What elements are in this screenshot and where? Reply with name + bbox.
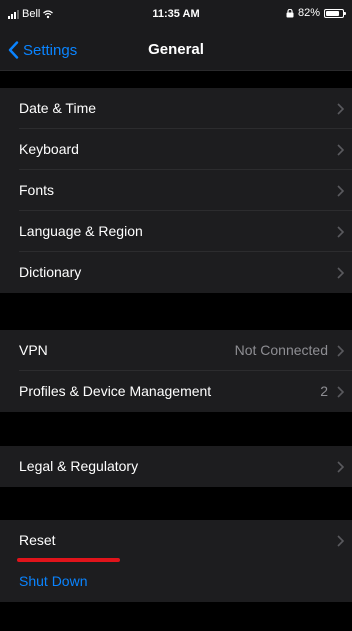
status-bar: Bell 11:35 AM 82%: [0, 0, 352, 30]
battery-percent: 82%: [297, 7, 320, 19]
row-label: Legal & Regulatory: [19, 458, 139, 474]
row-language-region[interactable]: Language & Region: [0, 211, 352, 252]
row-dictionary[interactable]: Dictionary: [0, 252, 352, 293]
vpn-status-value: Not Connected: [234, 342, 328, 358]
row-profiles-device-management[interactable]: Profiles & Device Management 2: [0, 371, 352, 412]
orientation-lock-icon: [286, 8, 294, 17]
settings-group-general: Date & Time Keyboard Fonts Language & Re…: [0, 88, 352, 293]
chevron-right-icon: [337, 386, 344, 398]
row-reset[interactable]: Reset: [0, 520, 352, 562]
profiles-count-value: 2: [320, 383, 328, 399]
row-label: Reset: [19, 532, 56, 548]
navigation-bar: General Settings: [0, 30, 352, 71]
battery-icon: [324, 8, 346, 18]
row-label: Profiles & Device Management: [19, 383, 212, 399]
row-legal-regulatory[interactable]: Legal & Regulatory: [0, 446, 352, 487]
row-vpn[interactable]: VPN Not Connected: [0, 330, 352, 371]
chevron-right-icon: [337, 345, 344, 357]
row-label: Date & Time: [19, 100, 97, 116]
settings-group-reset: Reset Shut Down: [0, 520, 352, 602]
row-shut-down[interactable]: Shut Down: [0, 561, 352, 602]
row-label: VPN: [19, 342, 48, 358]
chevron-right-icon: [337, 267, 344, 279]
row-label: Dictionary: [19, 264, 82, 280]
battery-status: 82%: [286, 7, 346, 19]
chevron-right-icon: [337, 144, 344, 156]
shut-down-label: Shut Down: [19, 573, 88, 589]
row-label: Fonts: [19, 182, 55, 198]
chevron-left-icon: [8, 41, 19, 59]
chevron-right-icon: [337, 103, 344, 115]
back-label: Settings: [23, 41, 78, 59]
row-keyboard[interactable]: Keyboard: [0, 129, 352, 170]
chevron-right-icon: [337, 226, 344, 238]
settings-group-network: VPN Not Connected Profiles & Device Mana…: [0, 330, 352, 412]
row-label: Keyboard: [19, 141, 79, 157]
settings-group-legal: Legal & Regulatory: [0, 446, 352, 487]
row-date-time[interactable]: Date & Time: [0, 88, 352, 129]
chevron-right-icon: [337, 461, 344, 473]
row-fonts[interactable]: Fonts: [0, 170, 352, 211]
chevron-right-icon: [337, 535, 344, 547]
back-button[interactable]: Settings: [8, 30, 77, 70]
row-label: Language & Region: [19, 223, 143, 239]
chevron-right-icon: [337, 185, 344, 197]
